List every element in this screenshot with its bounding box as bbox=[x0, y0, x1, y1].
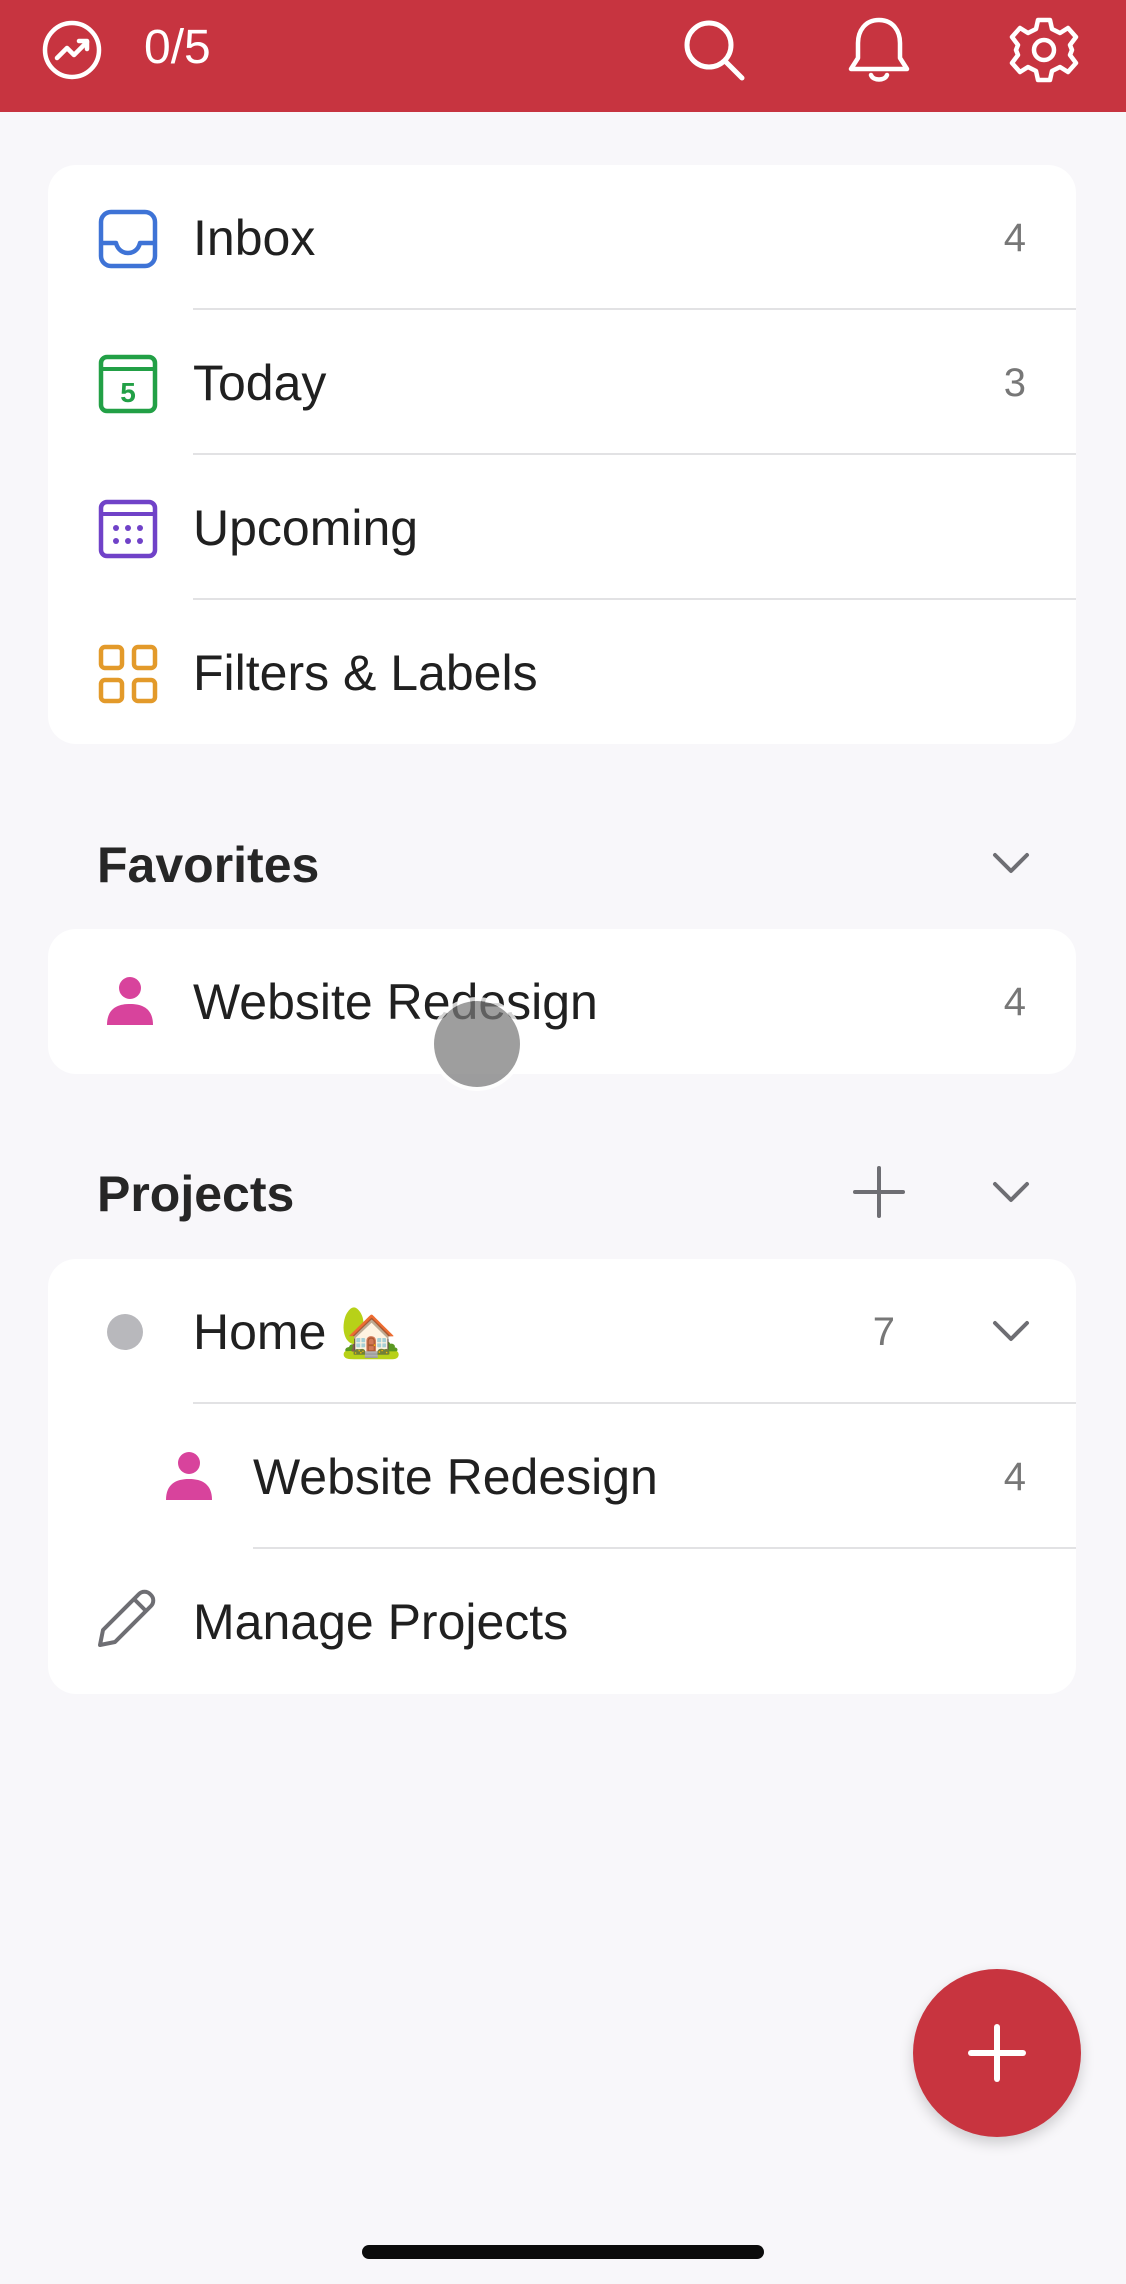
add-project-plus-icon[interactable] bbox=[851, 1164, 907, 1220]
person-icon bbox=[161, 1448, 217, 1504]
project-item-count: 7 bbox=[872, 1310, 895, 1354]
nav-item-label: Inbox bbox=[193, 210, 316, 266]
nav-item-label: Upcoming bbox=[193, 500, 419, 556]
nav-item-upcoming[interactable]: Upcoming bbox=[48, 455, 1076, 600]
calendar-today-icon: 5 bbox=[96, 352, 160, 416]
gear-icon[interactable] bbox=[1008, 14, 1080, 86]
project-item-count: 4 bbox=[1003, 1455, 1026, 1499]
add-task-button[interactable] bbox=[913, 1969, 1081, 2137]
nav-item-filters-labels[interactable]: Filters & Labels bbox=[48, 600, 1076, 744]
karma-progress-text[interactable]: 0/5 bbox=[144, 20, 211, 76]
project-dot-icon bbox=[106, 1313, 144, 1351]
plus-icon bbox=[968, 2024, 1026, 2082]
favorites-title: Favorites bbox=[97, 837, 320, 893]
manage-projects-label: Manage Projects bbox=[193, 1594, 569, 1650]
nav-item-count: 3 bbox=[1003, 361, 1026, 405]
project-item-website-redesign[interactable]: Website Redesign 4 bbox=[48, 1404, 1076, 1549]
bell-icon[interactable] bbox=[843, 14, 915, 86]
productivity-trend-icon[interactable] bbox=[36, 14, 108, 86]
projects-card: Home 🏡 7 Website Redesign 4 Manage Proje… bbox=[48, 1259, 1076, 1694]
nav-item-label: Today bbox=[193, 355, 327, 411]
search-icon[interactable] bbox=[678, 14, 750, 86]
nav-item-count: 4 bbox=[1003, 216, 1026, 260]
favorites-chevron-down-icon[interactable] bbox=[987, 839, 1035, 887]
calendar-upcoming-icon bbox=[96, 497, 160, 561]
main-nav-card: Inbox 4 5 Today 3 Upcoming Filters & Lab… bbox=[48, 165, 1076, 744]
manage-projects-button[interactable]: Manage Projects bbox=[48, 1549, 1076, 1694]
nav-item-today[interactable]: 5 Today 3 bbox=[48, 310, 1076, 455]
project-item-home[interactable]: Home 🏡 7 bbox=[48, 1259, 1076, 1404]
home-indicator bbox=[362, 2245, 764, 2259]
inbox-icon bbox=[96, 207, 160, 271]
calendar-day-number: 5 bbox=[120, 377, 136, 408]
project-chevron-down-icon[interactable] bbox=[987, 1307, 1035, 1355]
pencil-icon bbox=[94, 1587, 158, 1651]
person-icon bbox=[102, 973, 158, 1029]
nav-item-inbox[interactable]: Inbox 4 bbox=[48, 165, 1076, 310]
projects-title: Projects bbox=[97, 1166, 295, 1222]
touch-indicator bbox=[434, 1001, 520, 1087]
favorite-item-count: 4 bbox=[1003, 980, 1026, 1024]
favorite-item-website-redesign[interactable]: Website Redesign 4 bbox=[48, 929, 1076, 1074]
favorite-item-label: Website Redesign bbox=[193, 974, 598, 1030]
projects-chevron-down-icon[interactable] bbox=[987, 1168, 1035, 1216]
filters-grid-icon bbox=[96, 642, 160, 706]
project-item-label: Home 🏡 bbox=[193, 1304, 403, 1360]
favorites-card: Website Redesign 4 bbox=[48, 929, 1076, 1074]
top-bar: 0/5 bbox=[0, 0, 1126, 112]
project-item-label: Website Redesign bbox=[253, 1449, 658, 1505]
nav-item-label: Filters & Labels bbox=[193, 645, 538, 701]
